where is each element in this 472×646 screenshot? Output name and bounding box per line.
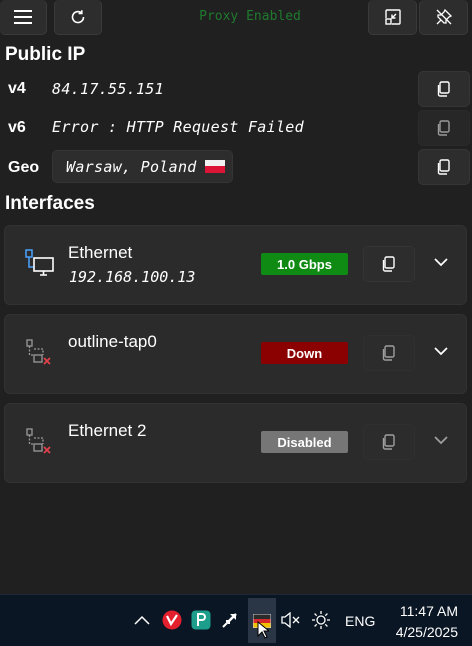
app-p-icon xyxy=(191,610,211,630)
geo-label: Geo xyxy=(8,159,40,176)
interface-name: Ethernet 2 xyxy=(68,421,147,440)
interface-ip: 192.168.100.13 xyxy=(69,268,196,286)
v6-value: Error : HTTP Request Failed xyxy=(52,118,304,136)
unpin-button[interactable] xyxy=(419,0,468,35)
copy-interface-button[interactable] xyxy=(363,424,415,460)
app-p-tray-button[interactable] xyxy=(190,609,212,631)
ethernet-connected-icon xyxy=(25,249,54,276)
brightness-button[interactable] xyxy=(310,609,332,631)
unpin-icon xyxy=(436,8,452,25)
arrow-app-tray-button[interactable] xyxy=(219,609,241,631)
speaker-muted-icon xyxy=(281,612,300,628)
geo-field: Warsaw, Poland xyxy=(52,150,233,183)
collapse-icon xyxy=(384,9,401,25)
copy-icon xyxy=(382,256,395,272)
arrow-app-icon xyxy=(222,613,237,628)
chevron-down-icon[interactable] xyxy=(433,346,449,356)
menu-icon xyxy=(14,10,32,24)
copy-icon xyxy=(382,345,395,361)
interface-card[interactable]: Ethernet 2 Disabled xyxy=(4,403,467,483)
v4-label: v4 xyxy=(8,80,26,97)
copy-icon xyxy=(437,120,450,136)
status-badge: Down xyxy=(261,342,348,364)
interface-card[interactable]: outline-tap0 Down xyxy=(4,314,467,394)
copy-icon xyxy=(382,434,395,450)
interface-card[interactable]: Ethernet 192.168.100.13 1.0 Gbps xyxy=(4,225,467,305)
copy-geo-button[interactable] xyxy=(418,149,470,185)
ethernet-disconnected-icon xyxy=(26,339,51,365)
poland-flag-icon xyxy=(204,160,225,173)
copy-interface-button[interactable] xyxy=(363,335,415,371)
v6-label: v6 xyxy=(8,119,26,136)
vivaldi-icon xyxy=(162,610,182,630)
copy-icon xyxy=(437,81,450,97)
clock-date: 4/25/2025 xyxy=(395,624,458,640)
status-badge: 1.0 Gbps xyxy=(261,253,348,275)
menu-button[interactable] xyxy=(0,0,47,35)
copy-icon xyxy=(437,159,450,175)
interfaces-title: Interfaces xyxy=(5,193,95,214)
refresh-button[interactable] xyxy=(54,0,102,35)
chevron-down-icon[interactable] xyxy=(433,435,449,445)
brightness-icon xyxy=(312,611,330,629)
ethernet-disconnected-icon xyxy=(26,428,51,454)
copy-interface-button[interactable] xyxy=(363,246,415,282)
public-ip-title: Public IP xyxy=(5,44,86,65)
v4-value: 84.17.55.151 xyxy=(52,80,164,98)
language-indicator[interactable]: ENG xyxy=(345,613,375,629)
interface-name: Ethernet xyxy=(68,243,133,262)
geo-value: Warsaw, Poland xyxy=(66,157,197,176)
collapse-button[interactable] xyxy=(368,0,417,35)
status-badge: Disabled xyxy=(261,431,348,453)
proxy-status: Proxy Enabled xyxy=(199,9,301,24)
show-hidden-icons-button[interactable] xyxy=(131,609,153,631)
chevron-up-icon xyxy=(134,615,150,625)
refresh-icon xyxy=(71,10,85,24)
clock[interactable]: 11:47 AM 4/25/2025 xyxy=(396,601,458,643)
vivaldi-tray-button[interactable] xyxy=(161,609,183,631)
chevron-down-icon[interactable] xyxy=(433,257,449,267)
copy-v4-button[interactable] xyxy=(418,71,470,107)
mouse-cursor-icon xyxy=(257,621,269,639)
interface-name: outline-tap0 xyxy=(68,332,157,351)
volume-button[interactable] xyxy=(280,609,302,631)
clock-time: 11:47 AM xyxy=(399,603,458,619)
taskbar: ENG 11:47 AM 4/25/2025 xyxy=(0,594,472,646)
copy-v6-button[interactable] xyxy=(418,110,470,146)
